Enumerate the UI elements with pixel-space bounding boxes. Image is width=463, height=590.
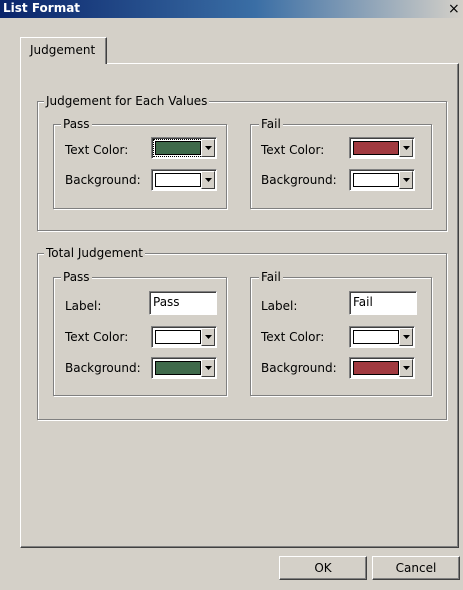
chevron-down-icon[interactable] <box>399 139 413 157</box>
chevron-down-icon[interactable] <box>399 359 413 377</box>
total-fail-background-swatch <box>353 361 399 375</box>
each-pass-background-label: Background: <box>65 173 141 187</box>
total-fail-label-caption: Label: <box>261 299 298 313</box>
total-fail-text-color-swatch <box>353 330 399 344</box>
chevron-down-icon[interactable] <box>399 328 413 346</box>
each-pass-text-color-picker[interactable] <box>151 137 217 159</box>
each-fail-background-picker[interactable] <box>349 169 415 191</box>
chevron-down-icon[interactable] <box>201 139 215 157</box>
total-pass-text-color-picker[interactable] <box>151 326 217 348</box>
tab-judgement[interactable]: Judgement <box>20 37 107 64</box>
each-fail-text-color-swatch <box>353 141 399 155</box>
window-title: List Format <box>3 1 81 15</box>
group-each-pass-title: Pass <box>61 117 92 131</box>
total-fail-text-color-picker[interactable] <box>349 326 415 348</box>
total-pass-text-color-swatch <box>155 330 201 344</box>
each-fail-background-swatch <box>353 173 399 187</box>
each-pass-text-color-label: Text Color: <box>65 143 129 157</box>
total-pass-background-swatch <box>155 361 201 375</box>
group-total-fail-title: Fail <box>259 270 283 284</box>
each-pass-text-color-swatch <box>153 139 203 157</box>
total-pass-background-label: Background: <box>65 361 141 375</box>
chevron-down-icon[interactable] <box>399 171 413 189</box>
each-pass-background-picker[interactable] <box>151 169 217 191</box>
group-total-title: Total Judgement <box>44 246 145 260</box>
total-pass-label-caption: Label: <box>65 299 102 313</box>
each-fail-background-label: Background: <box>261 173 337 187</box>
group-total-pass-title: Pass <box>61 270 92 284</box>
each-fail-text-color-label: Text Color: <box>261 143 325 157</box>
ok-button[interactable]: OK <box>279 556 367 580</box>
total-fail-label-input[interactable]: Fail <box>349 291 417 315</box>
chevron-down-icon[interactable] <box>201 359 215 377</box>
group-each-fail-title: Fail <box>259 117 283 131</box>
total-fail-background-label: Background: <box>261 361 337 375</box>
tab-label: Judgement <box>30 43 96 57</box>
total-fail-background-picker[interactable] <box>349 357 415 379</box>
total-pass-text-color-label: Text Color: <box>65 330 129 344</box>
chevron-down-icon[interactable] <box>201 328 215 346</box>
each-pass-background-swatch <box>155 173 201 187</box>
total-pass-background-picker[interactable] <box>151 357 217 379</box>
total-pass-label-input[interactable]: Pass <box>149 291 217 315</box>
close-icon[interactable]: × <box>448 1 463 17</box>
cancel-button[interactable]: Cancel <box>372 556 460 580</box>
each-fail-text-color-picker[interactable] <box>349 137 415 159</box>
group-each-values-title: Judgement for Each Values <box>44 94 210 108</box>
chevron-down-icon[interactable] <box>201 171 215 189</box>
total-fail-text-color-label: Text Color: <box>261 330 325 344</box>
